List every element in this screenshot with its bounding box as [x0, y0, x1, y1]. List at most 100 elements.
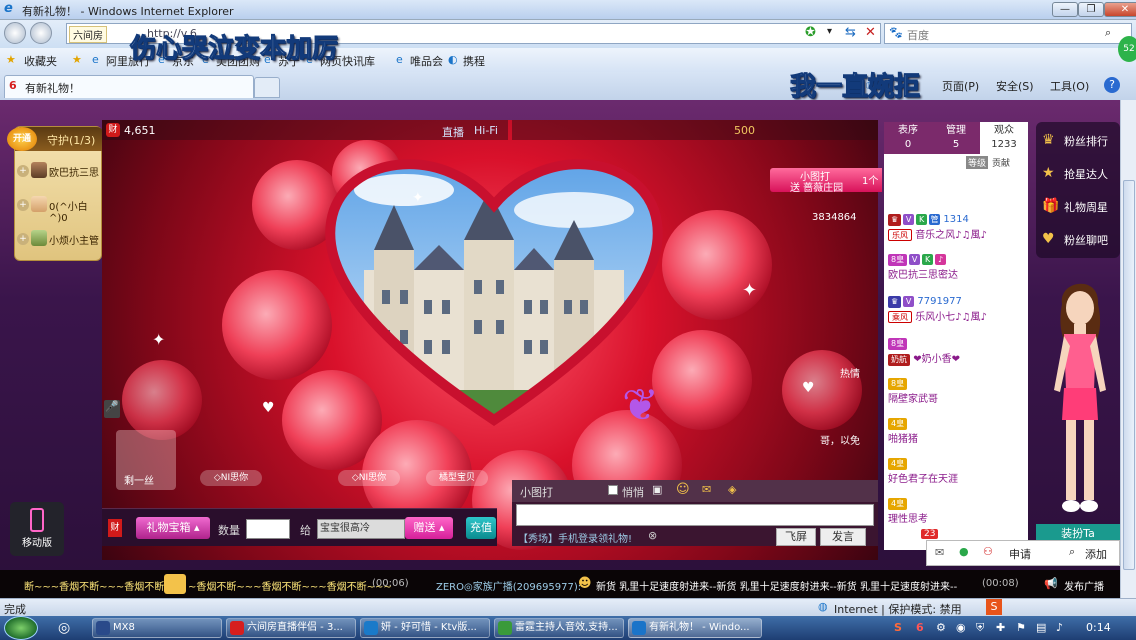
emoji-icon[interactable]: ☺ [676, 482, 690, 497]
mobile-version-button[interactable]: 移动版 [10, 502, 64, 556]
network-icon[interactable]: ▤ [1036, 621, 1046, 634]
apply-button[interactable]: 申请 [1009, 546, 1031, 562]
help-icon[interactable]: ? [1104, 77, 1120, 93]
color-icon[interactable]: ◈ [728, 483, 736, 496]
gift-slot-label[interactable]: ◇NI思你 [200, 470, 262, 486]
refresh-icon[interactable]: ⇆ [845, 25, 856, 40]
page-menu[interactable]: 页面(P) [942, 78, 979, 94]
publish-broadcast-button[interactable]: 📢 发布广播 [1036, 574, 1116, 594]
audience-item[interactable]: ♛ V K 管 1314 乐风 音乐之风♪♫風♪ [888, 214, 1024, 254]
tray-icon[interactable]: ⚑ [1016, 621, 1026, 634]
chat-input[interactable] [516, 504, 874, 526]
taskbar-button[interactable]: 雷霆主持人音效,支持... [494, 618, 624, 638]
user-icon[interactable]: ⚇ [983, 545, 993, 558]
fav-item[interactable]: 携程 [463, 53, 485, 69]
fav-item[interactable]: 唯品会 [410, 53, 443, 69]
scroll-thumb[interactable] [1123, 180, 1135, 570]
audience-item[interactable]: 4皇 好色君子在天涯 [888, 458, 1024, 498]
badge-count: 23 [921, 529, 939, 539]
tools-menu[interactable]: 工具(O) [1050, 78, 1089, 94]
ticker-avatar [164, 574, 186, 594]
gift-slot[interactable]: 剩一丝 [116, 430, 176, 490]
audience-item[interactable]: 4皇 啪猪猪 [888, 418, 1024, 458]
taskbar-button[interactable]: 六间房直播伴侣 - 3... [226, 618, 356, 638]
start-button[interactable] [4, 616, 38, 640]
recharge-button[interactable]: 充值 [466, 517, 496, 539]
compat-icon[interactable]: ✪ [805, 25, 816, 40]
zone-text[interactable]: Internet | 保护模式: 禁用 [834, 601, 962, 617]
side-menu-fan-chat[interactable]: ♥ 粉丝聊吧 [1042, 223, 1120, 255]
gift-slot-label[interactable]: ◇NI思你 [338, 470, 400, 486]
promo-link[interactable]: 【秀场】手机登录领礼物! [518, 530, 632, 545]
audience-item[interactable]: ♛ V 7791977 乘风 乐风小七♪♫風♪ [888, 296, 1024, 336]
tab-active[interactable]: 6 有新礼物！ [4, 75, 254, 98]
sort-level[interactable]: 等级 [966, 156, 989, 169]
quantity-input[interactable] [246, 519, 290, 539]
tab-queue[interactable]: 表序 0 [884, 122, 932, 154]
private-checkbox[interactable] [608, 485, 618, 495]
open-guard-button[interactable]: 开通 [7, 127, 37, 151]
volume-icon[interactable]: ♪ [1056, 621, 1063, 634]
tray-icon[interactable]: ⛨ [976, 621, 984, 635]
favorites-button[interactable]: 收藏夹 [24, 53, 57, 69]
audience-item[interactable]: 8皇 奶航 ❤奶小香❤ [888, 338, 1024, 378]
minimize-button[interactable]: — [1052, 2, 1078, 17]
tray-icon[interactable]: ✚ [996, 621, 1005, 634]
forward-button[interactable] [30, 22, 52, 44]
sogou-icon[interactable]: S [986, 599, 1002, 615]
back-button[interactable] [4, 22, 26, 44]
guard-member[interactable]: + 0(^小白^)0 [17, 194, 103, 224]
tab-admins[interactable]: 管理 5 [932, 122, 980, 154]
taskbar-button[interactable]: 妍 - 好可惜 - Ktv版... [360, 618, 490, 638]
add-button[interactable]: 添加 [1085, 546, 1107, 562]
side-menu-fan-rank[interactable]: ♛ 粉丝排行 [1042, 124, 1120, 156]
search-icon[interactable]: ⌕ [1105, 26, 1111, 40]
guard-member[interactable]: + 欧巴抗三思 [17, 160, 103, 182]
add-favorite-icon[interactable]: ★ [72, 53, 82, 66]
safety-menu[interactable]: 安全(S) [996, 78, 1034, 94]
speed-ball-icon[interactable]: 52 [1118, 36, 1136, 62]
tray-icon[interactable]: ⚙ [936, 621, 946, 634]
audience-item[interactable]: 4皇 理性思考 [888, 498, 1024, 538]
side-menu-star[interactable]: ★ 抢星达人 [1042, 157, 1120, 189]
ticker-user[interactable]: ZERO◎家族广播(209695977): [436, 578, 581, 593]
mail-icon[interactable]: ✉ [935, 546, 944, 559]
search-icon[interactable]: ⌕ [1069, 545, 1075, 559]
send-chat-button[interactable]: 发言 [820, 528, 866, 546]
tool-label[interactable]: 小图打 [520, 484, 553, 500]
taskbar-button[interactable]: MX8 [92, 618, 222, 638]
chat-fragment: 哥，以免 [820, 436, 860, 447]
clock[interactable]: 0:14 [1086, 621, 1111, 634]
url-dropdown-icon[interactable]: ▾ [827, 26, 832, 37]
audience-item[interactable]: 8皇 隔壁家武哥 [888, 378, 1024, 418]
close-promo-icon[interactable]: ⊗ [648, 529, 657, 542]
gift-select[interactable]: 礼物宝箱 ▴ [136, 517, 210, 539]
tray-icon[interactable]: 6 [916, 621, 924, 634]
live-room-page: 守护(1/3) 开通 + 欧巴抗三思 + 0(^小白^)0 + 小烦小主管 财 … [0, 100, 1120, 598]
mic-icon[interactable]: 🎤 [104, 400, 120, 418]
close-window-button[interactable]: ✕ [1104, 2, 1136, 17]
side-menu-gift-week[interactable]: 🎁 礼物周星 [1042, 190, 1120, 222]
page-scrollbar[interactable] [1120, 100, 1136, 598]
search-field[interactable]: 🐾 百度 ⌕ [884, 23, 1132, 44]
guard-member[interactable]: + 小烦小主管 [17, 228, 103, 250]
maximize-button[interactable]: ❐ [1078, 2, 1104, 17]
chrome-icon[interactable]: ◎ [58, 620, 70, 636]
audience-item[interactable]: 8皇 V K ♪ 欧巴抗三思密达 [888, 254, 1024, 294]
recipient-select[interactable]: 宝宝很高冷 [317, 519, 405, 539]
vip-emoji-icon[interactable]: ✉ [702, 483, 711, 496]
taskbar-button-active[interactable]: 有新礼物！ - Windo... [628, 618, 762, 638]
stop-icon[interactable]: ✕ [865, 25, 876, 40]
online-icon[interactable]: ● [959, 545, 969, 558]
sort-contribution[interactable]: 贡献 [992, 156, 1010, 169]
gift-event-banner[interactable]: 小图打 送 蔷薇庄园 1个 [770, 168, 882, 194]
tray-icon[interactable]: ◉ [956, 621, 966, 634]
hifi-label[interactable]: Hi-Fi [474, 124, 498, 137]
send-gift-button[interactable]: 赠送 ▴ [405, 517, 453, 539]
image-icon[interactable]: ▣ [652, 483, 662, 496]
tab-audience[interactable]: 观众 1233 [980, 122, 1028, 154]
new-tab-button[interactable] [254, 77, 280, 98]
tray-icon[interactable]: S [894, 621, 902, 634]
gift-slot-label[interactable]: 橘型宝贝 [426, 470, 488, 486]
fly-screen-button[interactable]: 飞屏 [776, 528, 816, 546]
